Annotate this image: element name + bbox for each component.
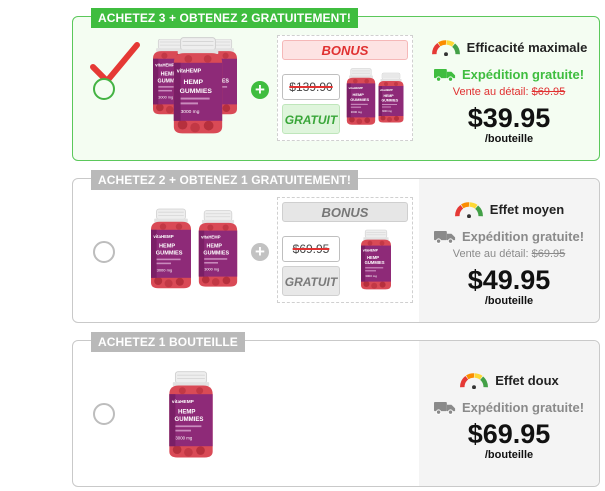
offer-info-panel: Effet moyen Expédition gratuite! Vente a…: [419, 179, 599, 322]
retail-price: $69.95: [531, 86, 566, 98]
free-label: GRATUIT: [282, 266, 340, 296]
offer-ribbon: ACHETEZ 3 + OBTENEZ 2 GRATUITEMENT!: [91, 8, 358, 28]
offer-info-panel: Effet doux Expédition gratuite! $69.95 /…: [419, 341, 599, 486]
bonus-bottle-image: [376, 72, 406, 124]
effect-label: Effet moyen: [489, 201, 565, 217]
delivery-truck-icon: [434, 229, 456, 244]
retail-price-line: Vente au détail: $69.95: [419, 86, 599, 98]
retail-prefix: Vente au détail:: [452, 248, 529, 260]
shipping-row: Expédition gratuite!: [419, 65, 599, 83]
product-bottle-image: [195, 203, 241, 295]
offer-radio[interactable]: [93, 78, 115, 100]
offer-radio[interactable]: [93, 241, 115, 263]
plus-icon: +: [251, 81, 269, 99]
per-bottle-label: /bouteille: [484, 133, 534, 145]
retail-price: $69.95: [531, 248, 566, 260]
shipping-row: Expédition gratuite!: [419, 398, 599, 416]
offer-card-single[interactable]: ACHETEZ 1 BOUTEILLE Effet doux Expéditio…: [72, 332, 600, 487]
shipping-label: Expédition gratuite!: [461, 399, 585, 415]
retail-price-line: Vente au détail: $69.95: [419, 248, 599, 260]
gauge-icon: [431, 38, 461, 56]
bonus-panel: BONUS $69.95 GRATUIT: [277, 197, 413, 303]
offer-radio[interactable]: [93, 403, 115, 425]
offer-info-panel: Efficacité maximale Expédition gratuite!…: [419, 17, 599, 160]
shipping-row: Expédition gratuite!: [419, 227, 599, 245]
bonus-tag: BONUS: [282, 202, 408, 222]
delivery-truck-icon: [434, 67, 456, 82]
effect-label: Effet doux: [495, 372, 559, 388]
per-bottle-label: /bouteille: [484, 295, 534, 307]
product-bottle-image: [147, 201, 195, 297]
effect-row: Effet doux: [419, 371, 599, 389]
delivery-truck-icon: [434, 400, 456, 415]
offer-price: $39.95: [467, 103, 551, 133]
offer-card-2plus1[interactable]: ACHETEZ 2 + OBTENEZ 1 GRATUITEMENT! + BO…: [72, 170, 600, 323]
strike-price: $69.95: [292, 242, 330, 256]
effect-label: Efficacité maximale: [466, 39, 588, 55]
product-bottle-image: [169, 37, 227, 135]
offer-ribbon: ACHETEZ 1 BOUTEILLE: [91, 332, 245, 352]
gauge-icon: [454, 200, 484, 218]
strike-price: $139.90: [289, 80, 333, 94]
offer-price: $69.95: [467, 419, 551, 449]
effect-row: Efficacité maximale: [419, 38, 599, 56]
per-bottle-label: /bouteille: [484, 449, 534, 461]
bonus-panel: BONUS $139.90 GRATUIT: [277, 35, 413, 141]
offer-card-3plus2[interactable]: ACHETEZ 3 + OBTENEZ 2 GRATUITEMENT! + BO…: [72, 8, 600, 161]
effect-row: Effet moyen: [419, 200, 599, 218]
free-label: GRATUIT: [282, 104, 340, 134]
product-bottle-image: [165, 363, 217, 467]
offer-price: $49.95: [467, 265, 551, 295]
offer-ribbon: ACHETEZ 2 + OBTENEZ 1 GRATUITEMENT!: [91, 170, 358, 190]
shipping-label: Expédition gratuite!: [461, 66, 585, 82]
strike-price-box: $139.90: [282, 74, 340, 100]
shipping-label: Expédition gratuite!: [461, 228, 585, 244]
gauge-icon: [459, 371, 489, 389]
bonus-tag: BONUS: [282, 40, 408, 60]
bonus-bottle-image: [358, 228, 394, 292]
bonus-bottle-image: [344, 68, 378, 126]
strike-price-box: $69.95: [282, 236, 340, 262]
plus-icon: +: [251, 243, 269, 261]
retail-prefix: Vente au détail:: [452, 86, 529, 98]
